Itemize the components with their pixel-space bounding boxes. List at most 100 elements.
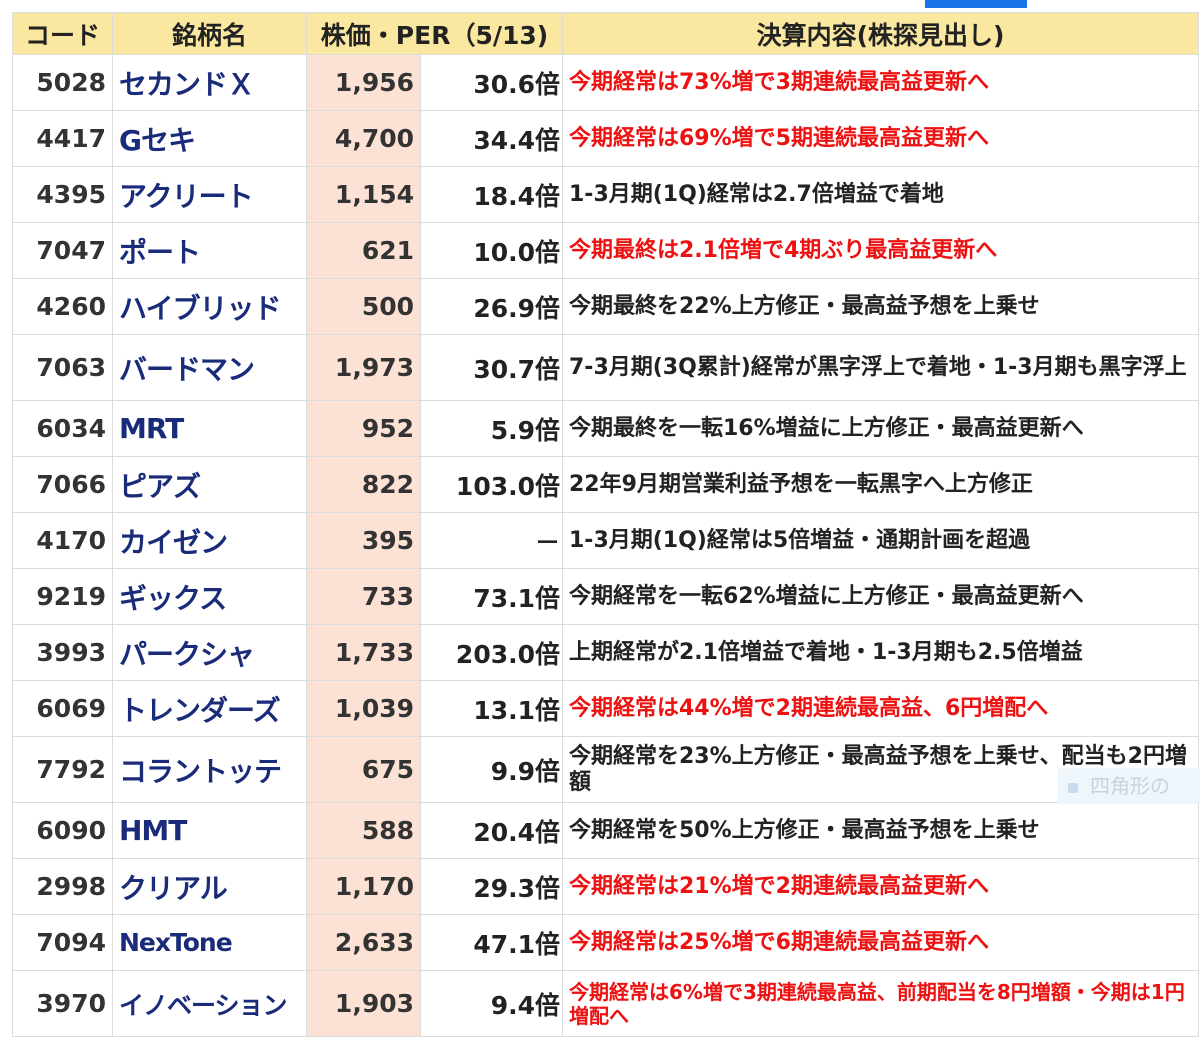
stock-code: 6034	[12, 400, 113, 457]
stock-code: 2998	[12, 858, 113, 915]
shape-overlay-tooltip: 四角形の	[1058, 768, 1200, 804]
stock-name: MRT	[112, 400, 307, 457]
table-row: 3970 イノベーション 1,903 9.4倍 今期経常は6%増で3期連続最高益、前期配…	[12, 970, 1199, 1037]
stock-code: 4170	[12, 512, 113, 569]
stock-per: 20.4倍	[420, 802, 563, 859]
table-row: 4260 ハイブリッド 500 26.9倍 今期最終を22%上方修正・最高益予想を上乗せ	[12, 278, 1199, 335]
stock-per: －	[420, 512, 563, 569]
earnings-headline: 今期経常は69%増で5期連続最高益更新へ	[562, 110, 1199, 167]
stock-code: 7063	[12, 334, 113, 401]
stock-price: 733	[306, 568, 421, 625]
table-row: 7094 NexTone 2,633 47.1倍 今期経常は25%増で6期連続最高益更新…	[12, 914, 1199, 971]
earnings-headline: 今期経常は21%増で2期連続最高益更新へ	[562, 858, 1199, 915]
stock-per: 9.4倍	[420, 970, 563, 1037]
header-content: 決算内容(株探見出し)	[562, 12, 1199, 55]
earnings-headline: 1-3月期(1Q)経常は2.7倍増益で着地	[562, 166, 1199, 223]
stock-code: 6090	[12, 802, 113, 859]
table-row: 7047 ポート 621 10.0倍 今期最終は2.1倍増で4期ぶり最高益更新へ	[12, 222, 1199, 279]
earnings-headline: 7-3月期(3Q累計)経常が黒字浮上で着地・1-3月期も黒字浮上	[562, 334, 1199, 401]
stock-name: イノベーション	[112, 970, 307, 1037]
stock-code: 9219	[12, 568, 113, 625]
table-row: 4417 Gセキ 4,700 34.4倍 今期経常は69%増で5期連続最高益更新へ	[12, 110, 1199, 167]
top-accent-bar	[925, 0, 1027, 8]
earnings-headline: 22年9月期営業利益予想を一転黒字へ上方修正	[562, 456, 1199, 513]
stock-per: 47.1倍	[420, 914, 563, 971]
table-row: 6069 トレンダーズ 1,039 13.1倍 今期経常は44%増で2期連続最高益、6円…	[12, 680, 1199, 737]
header-code: コード	[12, 12, 113, 55]
stock-name: トレンダーズ	[112, 680, 307, 737]
table-row: 9219 ギックス 733 73.1倍 今期経常を一転62%増益に上方修正・最高益更新へ	[12, 568, 1199, 625]
stock-per: 34.4倍	[420, 110, 563, 167]
stock-code: 7047	[12, 222, 113, 279]
stock-price: 621	[306, 222, 421, 279]
table-row: 6034 MRT 952 5.9倍 今期最終を一転16%増益に上方修正・最高益更新へ	[12, 400, 1199, 457]
stock-per: 5.9倍	[420, 400, 563, 457]
stock-per: 26.9倍	[420, 278, 563, 335]
stock-price: 1,903	[306, 970, 421, 1037]
stock-name: カイゼン	[112, 512, 307, 569]
header-price-per: 株価・PER（5/13)	[306, 12, 563, 55]
stock-name: クリアル	[112, 858, 307, 915]
stock-code: 5028	[12, 54, 113, 111]
stock-price: 1,733	[306, 624, 421, 681]
stock-per: 73.1倍	[420, 568, 563, 625]
stock-per: 10.0倍	[420, 222, 563, 279]
stock-price: 952	[306, 400, 421, 457]
stock-code: 3993	[12, 624, 113, 681]
stock-per: 9.9倍	[420, 736, 563, 803]
earnings-headline: 上期経常が2.1倍増益で着地・1-3月期も2.5倍増益	[562, 624, 1199, 681]
earnings-table: コード 銘柄名 株価・PER（5/13) 決算内容(株探見出し) 5028 セカン…	[12, 12, 1199, 1037]
stock-price: 1,154	[306, 166, 421, 223]
stock-per: 203.0倍	[420, 624, 563, 681]
stock-name: HMT	[112, 802, 307, 859]
table-row: 7792 コラントッテ 675 9.9倍 今期経常を23%上方修正・最高益予想を上乗せ、…	[12, 736, 1199, 803]
earnings-headline: 今期経常は73%増で3期連続最高益更新へ	[562, 54, 1199, 111]
stock-code: 7066	[12, 456, 113, 513]
overlay-label: 四角形の	[1090, 774, 1170, 798]
stock-code: 7792	[12, 736, 113, 803]
header-name: 銘柄名	[112, 12, 307, 55]
table-row: 6090 HMT 588 20.4倍 今期経常を50%上方修正・最高益予想を上乗せ	[12, 802, 1199, 859]
earnings-headline: 今期経常は44%増で2期連続最高益、6円増配へ	[562, 680, 1199, 737]
stock-code: 6069	[12, 680, 113, 737]
earnings-headline: 今期最終は2.1倍増で4期ぶり最高益更新へ	[562, 222, 1199, 279]
earnings-headline: 今期最終を一転16%増益に上方修正・最高益更新へ	[562, 400, 1199, 457]
stock-name: コラントッテ	[112, 736, 307, 803]
stock-price: 2,633	[306, 914, 421, 971]
stock-price: 500	[306, 278, 421, 335]
stock-price: 1,973	[306, 334, 421, 401]
stock-name: Gセキ	[112, 110, 307, 167]
stock-code: 4260	[12, 278, 113, 335]
stock-price: 1,956	[306, 54, 421, 111]
stock-per: 30.7倍	[420, 334, 563, 401]
stock-price: 588	[306, 802, 421, 859]
stock-per: 30.6倍	[420, 54, 563, 111]
table-row: 7063 バードマン 1,973 30.7倍 7-3月期(3Q累計)経常が黒字浮上で着地…	[12, 334, 1199, 401]
stock-price: 1,170	[306, 858, 421, 915]
earnings-headline: 今期経常を50%上方修正・最高益予想を上乗せ	[562, 802, 1199, 859]
stock-name: ハイブリッド	[112, 278, 307, 335]
stock-name: パークシャ	[112, 624, 307, 681]
stock-per: 29.3倍	[420, 858, 563, 915]
table-row: 3993 パークシャ 1,733 203.0倍 上期経常が2.1倍増益で着地・1-3月期…	[12, 624, 1199, 681]
stock-code: 3970	[12, 970, 113, 1037]
stock-code: 4395	[12, 166, 113, 223]
stock-per: 13.1倍	[420, 680, 563, 737]
stock-price: 675	[306, 736, 421, 803]
table-row: 7066 ピアズ 822 103.0倍 22年9月期営業利益予想を一転黒字へ上方修正	[12, 456, 1199, 513]
stock-name: アクリート	[112, 166, 307, 223]
stock-name: バードマン	[112, 334, 307, 401]
stock-per: 103.0倍	[420, 456, 563, 513]
stock-per: 18.4倍	[420, 166, 563, 223]
table-row: 2998 クリアル 1,170 29.3倍 今期経常は21%増で2期連続最高益更新へ	[12, 858, 1199, 915]
earnings-headline: 今期経常を一転62%増益に上方修正・最高益更新へ	[562, 568, 1199, 625]
stock-price: 1,039	[306, 680, 421, 737]
stock-name: ギックス	[112, 568, 307, 625]
stock-name: セカンドＸ	[112, 54, 307, 111]
stock-name: ピアズ	[112, 456, 307, 513]
stock-price: 4,700	[306, 110, 421, 167]
earnings-headline: 今期経常は25%増で6期連続最高益更新へ	[562, 914, 1199, 971]
table-row: 4395 アクリート 1,154 18.4倍 1-3月期(1Q)経常は2.7倍増益で着地	[12, 166, 1199, 223]
stock-name: ポート	[112, 222, 307, 279]
stock-name: NexTone	[112, 914, 307, 971]
